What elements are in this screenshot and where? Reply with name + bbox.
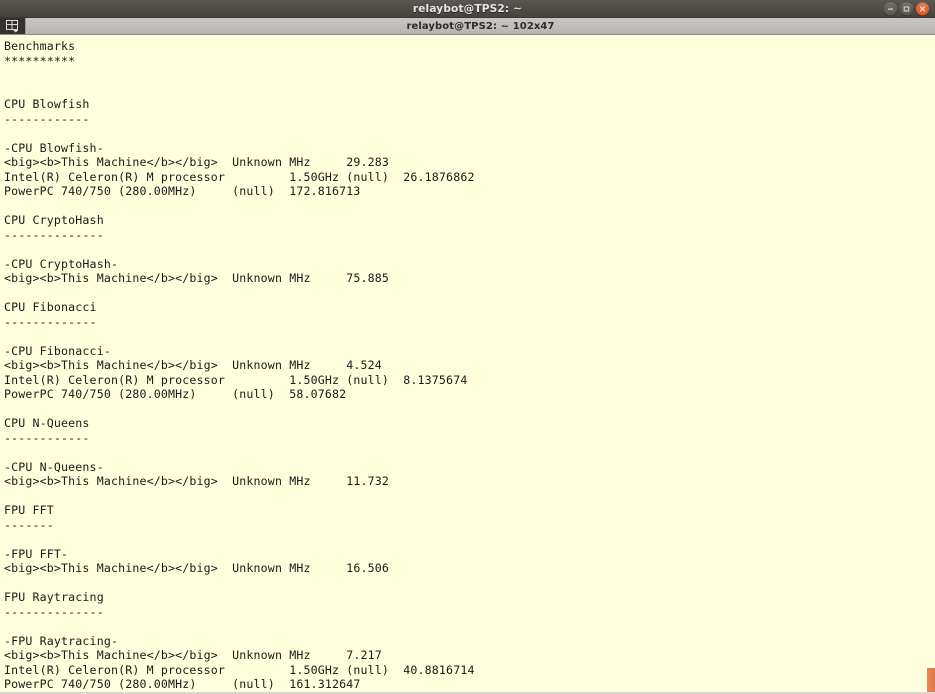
window-titlebar[interactable]: relaybot@TPS2: ~ bbox=[0, 0, 935, 18]
terminal-content-area[interactable]: Benchmarks ********** CPU Blowfish -------… bbox=[0, 35, 935, 694]
terminal-window: relaybot@TPS2: ~ relaybot@TPS2: ~ 102x47 bbox=[0, 0, 935, 694]
terminal-tab[interactable]: relaybot@TPS2: ~ 102x47 bbox=[25, 18, 935, 34]
terminal-line: -CPU Fibonacci- bbox=[4, 343, 111, 358]
terminal-line: Intel(R) Celeron(R) M processor 1.50GHz … bbox=[4, 372, 468, 387]
terminal-line: ------------ bbox=[4, 111, 90, 126]
terminal-line: -CPU N-Queens- bbox=[4, 459, 104, 474]
terminal-line: CPU CryptoHash bbox=[4, 213, 104, 227]
resize-grip[interactable] bbox=[927, 668, 935, 694]
terminal-line: FPU Raytracing bbox=[4, 590, 104, 604]
terminal-line: Intel(R) Celeron(R) M processor 1.50GHz … bbox=[4, 662, 475, 677]
terminal-line: -CPU Blowfish- bbox=[4, 140, 104, 155]
terminal-line: ------------ bbox=[4, 430, 90, 445]
terminal-line: ------- bbox=[4, 517, 54, 532]
terminal-line: -FPU FFT- bbox=[4, 546, 69, 561]
terminal-line: PowerPC 740/750 (280.00MHz) (null) 172.8… bbox=[4, 184, 361, 198]
terminal-tab-label: relaybot@TPS2: ~ 102x47 bbox=[406, 20, 555, 32]
window-title: relaybot@TPS2: ~ bbox=[412, 2, 523, 15]
terminal-line: CPU N-Queens bbox=[4, 416, 90, 430]
maximize-icon[interactable] bbox=[900, 2, 913, 15]
terminal-line: FPU FFT bbox=[4, 503, 54, 517]
terminal-line: <big><b>This Machine</b></big> Unknown M… bbox=[4, 561, 390, 575]
terminal-line: ------------- bbox=[4, 314, 97, 329]
tab-list-icon[interactable] bbox=[0, 18, 25, 34]
tab-bar: relaybot@TPS2: ~ 102x47 bbox=[0, 18, 935, 35]
terminal-line: <big><b>This Machine</b></big> Unknown M… bbox=[4, 271, 390, 285]
terminal-line: <big><b>This Machine</b></big> Unknown M… bbox=[4, 155, 390, 169]
terminal-line: ********** bbox=[4, 53, 76, 68]
close-icon[interactable] bbox=[916, 2, 929, 15]
terminal-line: PowerPC 740/750 (280.00MHz) (null) 58.07… bbox=[4, 387, 347, 401]
terminal-line: Benchmarks bbox=[4, 39, 76, 53]
terminal-line: <big><b>This Machine</b></big> Unknown M… bbox=[4, 358, 382, 372]
window-buttons bbox=[884, 2, 929, 15]
terminal-line: -------------- bbox=[4, 604, 104, 619]
terminal-line: Intel(R) Celeron(R) M processor 1.50GHz … bbox=[4, 169, 475, 184]
terminal-line: CPU Blowfish bbox=[4, 97, 90, 111]
terminal-line: CPU Fibonacci bbox=[4, 300, 97, 314]
terminal-line: -------------- bbox=[4, 227, 104, 242]
terminal-output: Benchmarks ********** CPU Blowfish -------… bbox=[4, 39, 935, 692]
minimize-icon[interactable] bbox=[884, 2, 897, 15]
terminal-line: <big><b>This Machine</b></big> Unknown M… bbox=[4, 474, 390, 488]
terminal-line: <big><b>This Machine</b></big> Unknown M… bbox=[4, 648, 382, 662]
terminal-line: -FPU Raytracing- bbox=[4, 633, 119, 648]
terminal-line: -CPU CryptoHash- bbox=[4, 256, 119, 271]
terminal-line: PowerPC 740/750 (280.00MHz) (null) 161.3… bbox=[4, 677, 361, 691]
